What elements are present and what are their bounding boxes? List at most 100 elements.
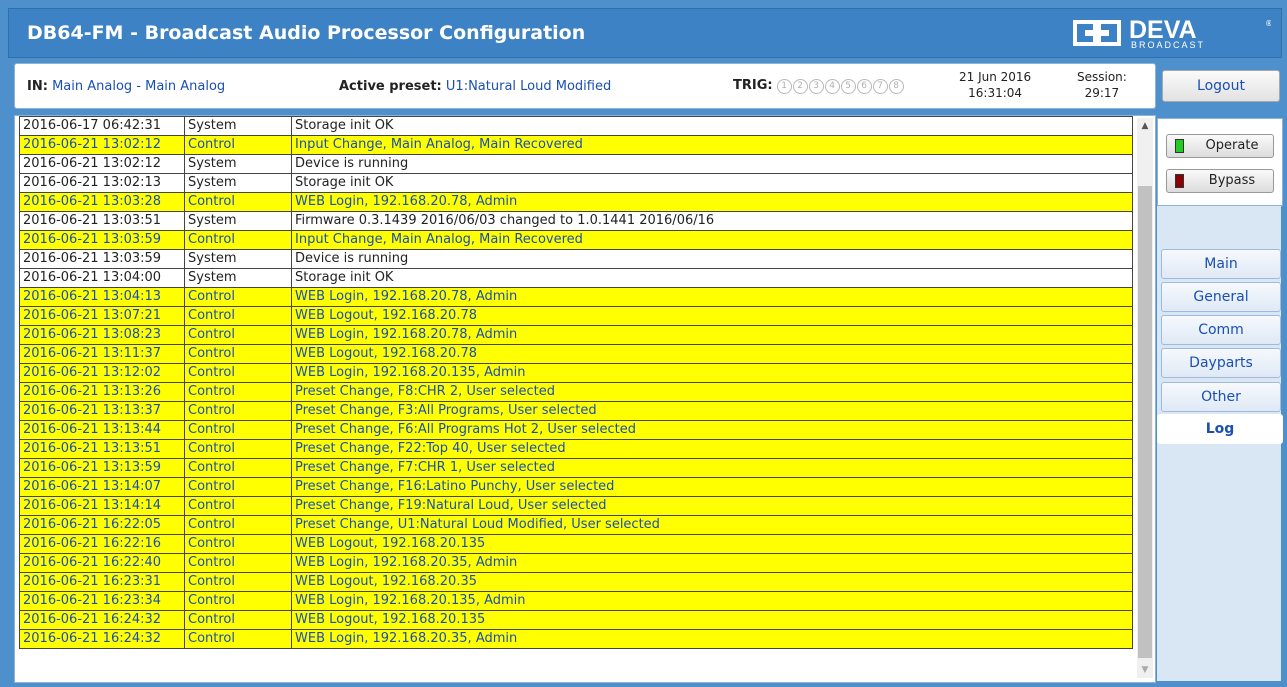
- log-timestamp: 2016-06-21 13:03:51: [19, 211, 185, 231]
- log-row: 2016-06-21 13:02:12 Control Input Change, …: [19, 135, 1133, 155]
- log-source: System: [184, 249, 292, 269]
- log-message: Storage init OK: [291, 116, 1133, 136]
- log-message: WEB Login, 192.168.20.135, Admin: [291, 363, 1133, 383]
- log-timestamp: 2016-06-21 13:13:37: [19, 401, 185, 421]
- operate-button[interactable]: Operate: [1166, 134, 1274, 158]
- nav-log[interactable]: Log: [1157, 414, 1283, 444]
- log-message: Storage init OK: [291, 268, 1133, 288]
- nav-comm[interactable]: Comm: [1161, 315, 1281, 345]
- scroll-down-arrow-icon[interactable]: ▼: [1137, 662, 1153, 678]
- log-timestamp: 2016-06-21 13:07:21: [19, 306, 185, 326]
- log-source: Control: [184, 591, 292, 611]
- log-message: Preset Change, F7:CHR 1, User selected: [291, 458, 1133, 478]
- logout-button[interactable]: Logout: [1162, 70, 1280, 102]
- log-timestamp: 2016-06-21 13:13:59: [19, 458, 185, 478]
- log-row: 2016-06-21 13:07:21 Control WEB Logout, 19…: [19, 306, 1133, 326]
- deva-logo: DEVA ® BROADCAST: [1073, 16, 1271, 50]
- log-source: Control: [184, 420, 292, 440]
- log-source: Control: [184, 439, 292, 459]
- log-source: Control: [184, 401, 292, 421]
- log-row: 2016-06-21 13:02:12 System Device is runni…: [19, 154, 1133, 174]
- log-row: 2016-06-21 16:24:32 Control WEB Login, 192…: [19, 629, 1133, 649]
- log-timestamp: 2016-06-21 16:24:32: [19, 610, 185, 630]
- trig-label: TRIG:: [733, 78, 773, 93]
- log-message: Preset Change, F19:Natural Loud, User se…: [291, 496, 1133, 516]
- input-status: IN: Main Analog - Main Analog: [27, 79, 225, 94]
- log-row: 2016-06-21 13:04:13 Control WEB Login, 192…: [19, 287, 1133, 307]
- log-timestamp: 2016-06-21 13:14:14: [19, 496, 185, 516]
- title-bar: DB64-FM - Broadcast Audio Processor Conf…: [8, 8, 1282, 58]
- log-timestamp: 2016-06-21 16:23:31: [19, 572, 185, 592]
- mode-box: Operate Bypass: [1157, 118, 1283, 206]
- log-source: Control: [184, 135, 292, 155]
- log-row: 2016-06-17 06:42:31 System Storage init OK: [19, 116, 1133, 136]
- log-source: Control: [184, 458, 292, 478]
- logo-sub: BROADCAST: [1131, 40, 1205, 50]
- in-label: IN:: [27, 79, 48, 94]
- nav-general[interactable]: General: [1161, 282, 1281, 312]
- trigger-indicators: TRIG: 12345678: [733, 77, 904, 94]
- nav-main[interactable]: Main: [1161, 249, 1281, 279]
- log-message: Preset Change, F22:Top 40, User selected: [291, 439, 1133, 459]
- registered-mark: ®: [1265, 19, 1271, 28]
- bypass-button[interactable]: Bypass: [1166, 169, 1274, 193]
- log-row: 2016-06-21 13:13:44 Control Preset Change,…: [19, 420, 1133, 440]
- log-source: Control: [184, 496, 292, 516]
- log-source: Control: [184, 325, 292, 345]
- log-row: 2016-06-21 13:14:07 Control Preset Change,…: [19, 477, 1133, 497]
- log-source: Control: [184, 306, 292, 326]
- log-message: Input Change, Main Analog, Main Recovere…: [291, 230, 1133, 250]
- bypass-label: Bypass: [1208, 173, 1256, 188]
- log-message: Storage init OK: [291, 173, 1133, 193]
- scroll-thumb[interactable]: [1138, 186, 1152, 658]
- log-timestamp: 2016-06-21 13:04:13: [19, 287, 185, 307]
- log-row: 2016-06-21 16:22:16 Control WEB Logout, 19…: [19, 534, 1133, 554]
- log-message: Preset Change, F8:CHR 2, User selected: [291, 382, 1133, 402]
- log-source: Control: [184, 572, 292, 592]
- log-timestamp: 2016-06-21 13:04:00: [19, 268, 185, 288]
- log-source: Control: [184, 477, 292, 497]
- log-timestamp: 2016-06-21 16:22:16: [19, 534, 185, 554]
- scroll-up-arrow-icon[interactable]: ▲: [1137, 118, 1153, 134]
- log-message: WEB Login, 192.168.20.135, Admin: [291, 591, 1133, 611]
- log-timestamp: 2016-06-21 13:14:07: [19, 477, 185, 497]
- log-message: Device is running: [291, 154, 1133, 174]
- log-source: Control: [184, 553, 292, 573]
- log-scrollbar[interactable]: ▲ ▼: [1137, 118, 1153, 678]
- log-source: System: [184, 116, 292, 136]
- log-timestamp: 2016-06-21 13:13:51: [19, 439, 185, 459]
- nav-other[interactable]: Other: [1161, 382, 1281, 412]
- log-row: 2016-06-21 13:02:13 System Storage init OK: [19, 173, 1133, 193]
- log-source: Control: [184, 363, 292, 383]
- log-source: System: [184, 173, 292, 193]
- preset-label: Active preset:: [339, 79, 442, 94]
- log-message: WEB Login, 192.168.20.78, Admin: [291, 325, 1133, 345]
- log-timestamp: 2016-06-21 16:23:34: [19, 591, 185, 611]
- log-message: WEB Logout, 192.168.20.78: [291, 306, 1133, 326]
- trig-indicator: 8: [888, 79, 904, 94]
- nav-dayparts[interactable]: Dayparts: [1161, 348, 1281, 378]
- operate-label: Operate: [1205, 138, 1259, 153]
- log-row: 2016-06-21 13:13:59 Control Preset Change,…: [19, 458, 1133, 478]
- log-row: 2016-06-21 13:03:51 System Firmware 0.3.14…: [19, 211, 1133, 231]
- log-timestamp: 2016-06-21 16:22:05: [19, 515, 185, 535]
- trig-indicator: 6: [856, 79, 872, 94]
- log-source: Control: [184, 534, 292, 554]
- log-source: Control: [184, 629, 292, 649]
- log-timestamp: 2016-06-21 16:22:40: [19, 553, 185, 573]
- datetime: 21 Jun 2016 16:31:04: [959, 69, 1031, 101]
- log-source: Control: [184, 287, 292, 307]
- log-message: Firmware 0.3.1439 2016/06/03 changed to …: [291, 211, 1133, 231]
- log-row: 2016-06-21 13:08:23 Control WEB Login, 192…: [19, 325, 1133, 345]
- trig-indicator: 3: [808, 79, 824, 94]
- log-timestamp: 2016-06-21 16:24:32: [19, 629, 185, 649]
- log-row: 2016-06-21 13:14:14 Control Preset Change,…: [19, 496, 1133, 516]
- log-row: 2016-06-21 13:03:28 Control WEB Login, 192…: [19, 192, 1133, 212]
- time-value: 16:31:04: [968, 86, 1023, 100]
- log-message: Preset Change, F6:All Programs Hot 2, Us…: [291, 420, 1133, 440]
- trig-indicator: 5: [840, 79, 856, 94]
- log-timestamp: 2016-06-21 13:03:28: [19, 192, 185, 212]
- log-row: 2016-06-21 16:23:34 Control WEB Login, 192…: [19, 591, 1133, 611]
- trig-indicator: 7: [872, 79, 888, 94]
- log-source: System: [184, 154, 292, 174]
